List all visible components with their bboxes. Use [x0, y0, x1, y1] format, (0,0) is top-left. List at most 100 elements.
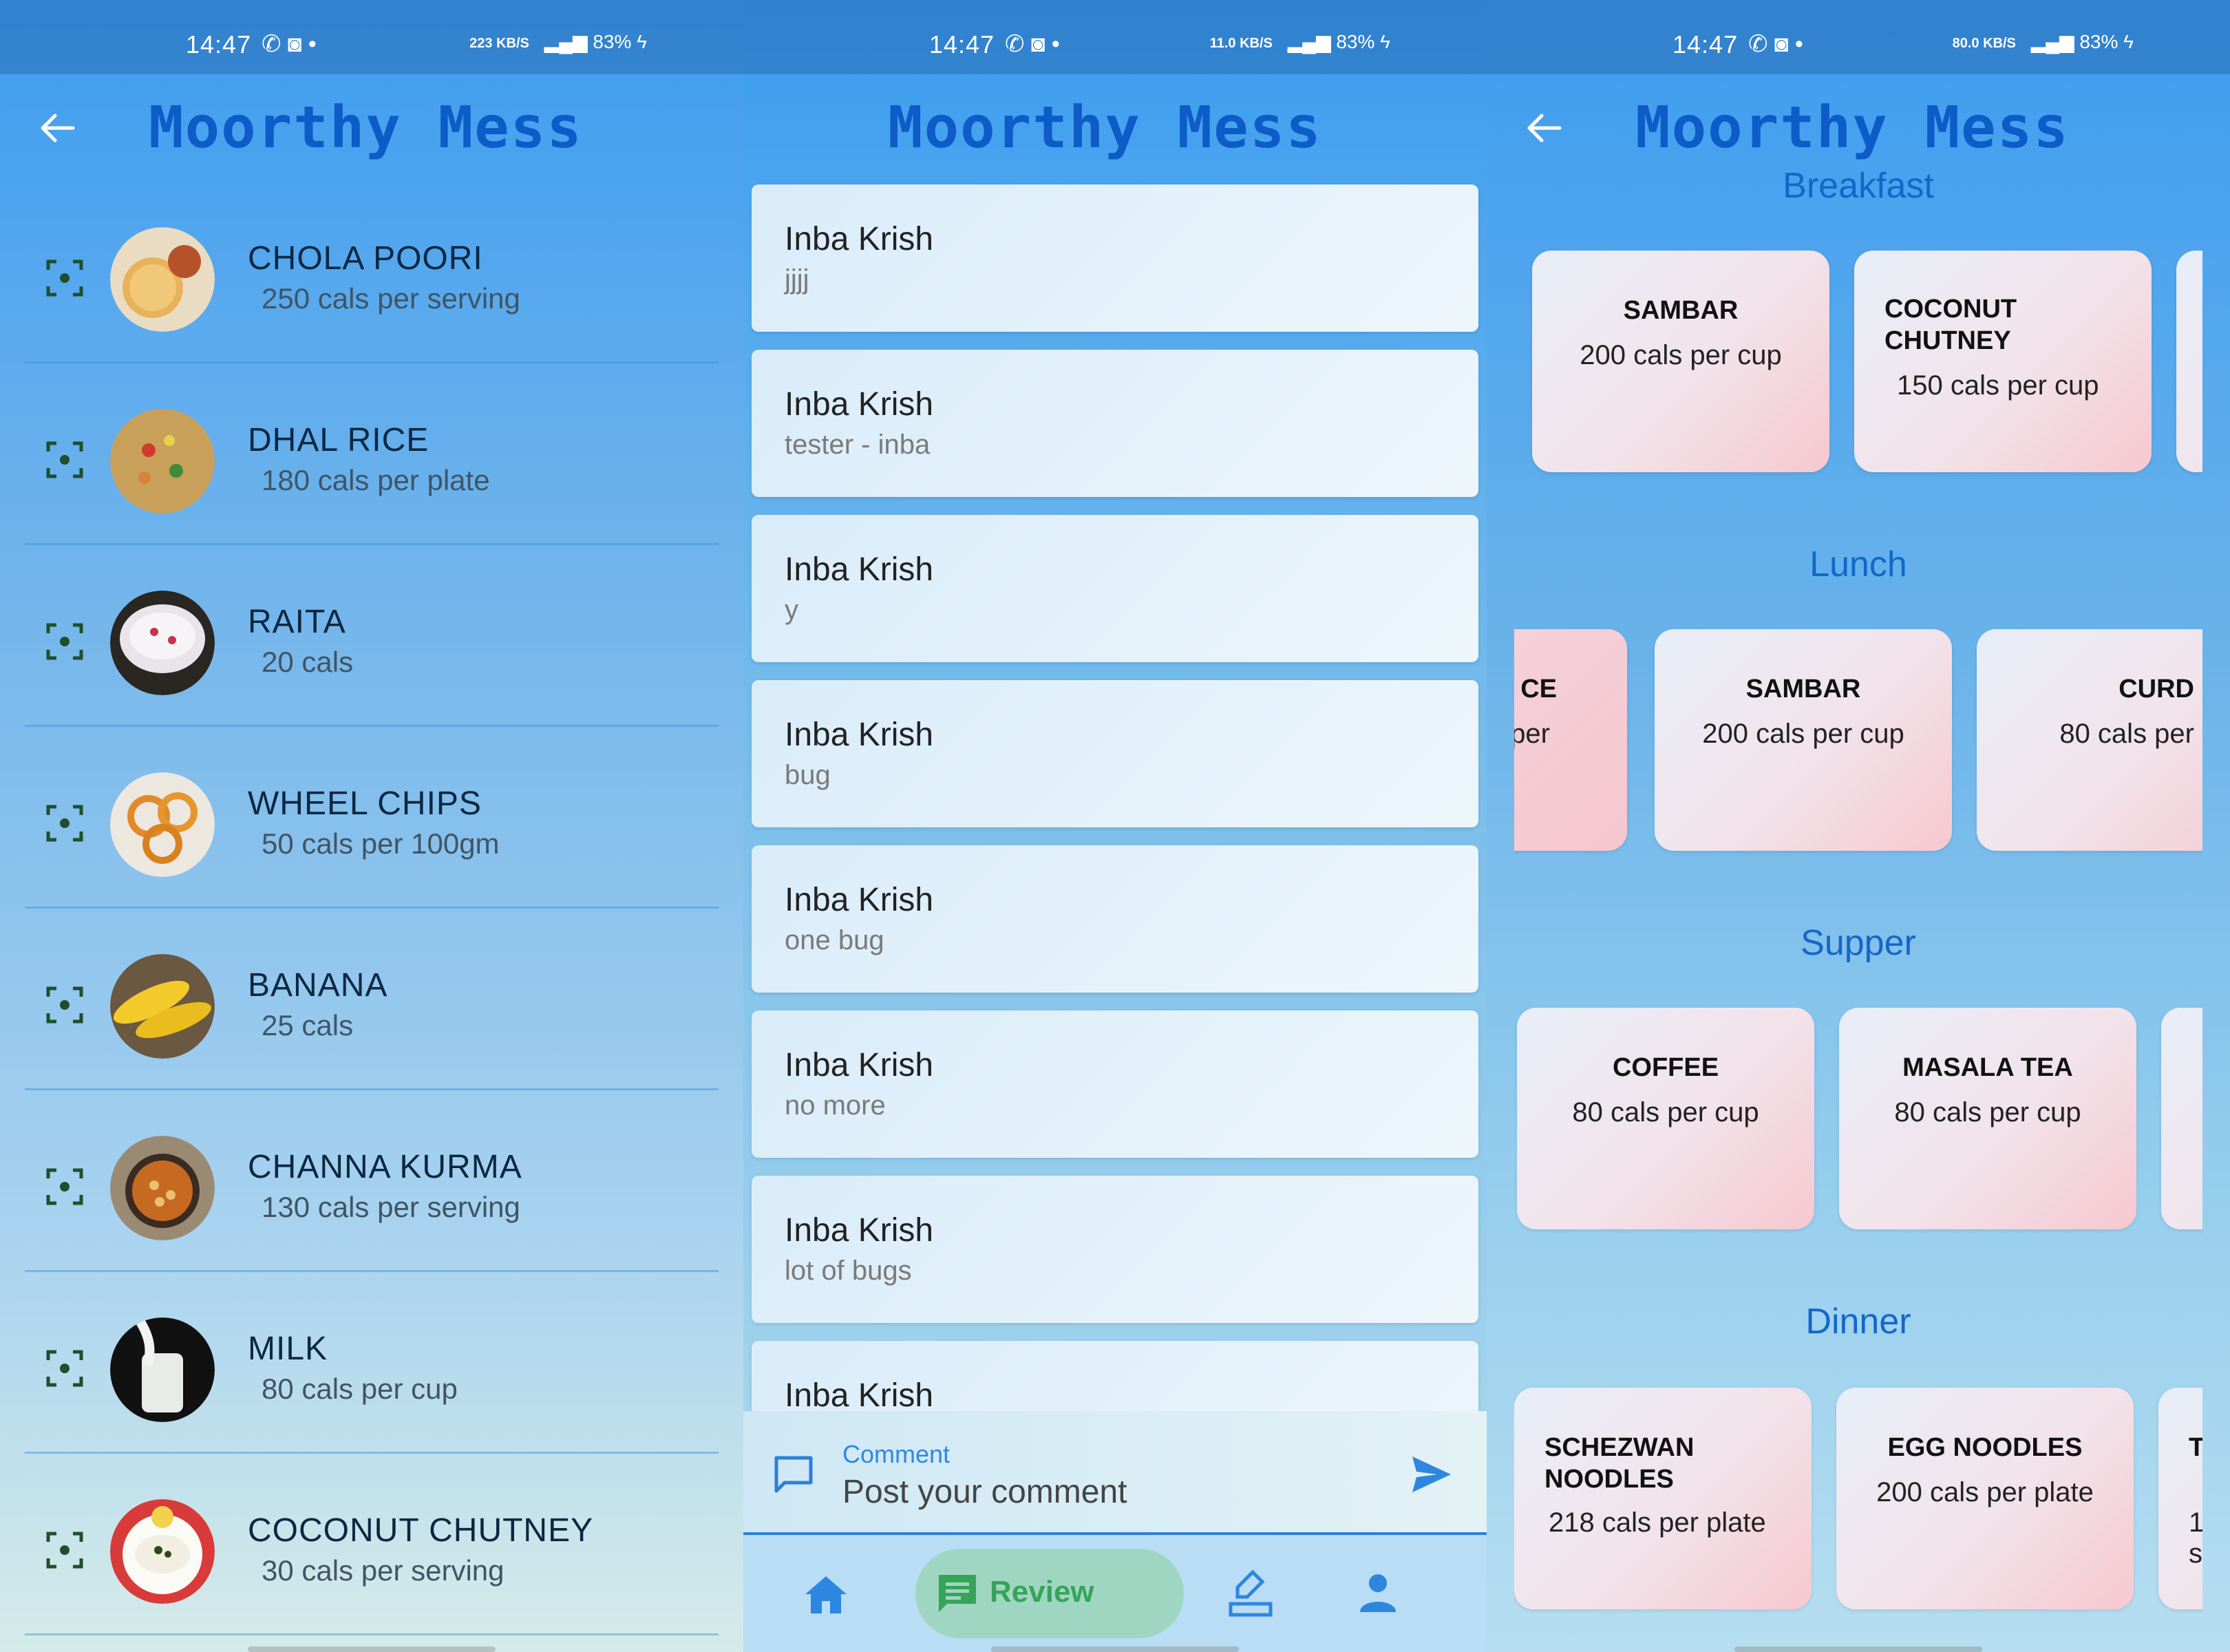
food-list-item[interactable]: MILK 80 cals per cup: [25, 1272, 719, 1454]
menu-item-cal: per: [1514, 719, 1550, 749]
food-list-item[interactable]: CHOLA POORI 250 cals per serving: [25, 182, 719, 363]
status-bar: 14:47 ✆ ◙ • 223 KB/S ▂▄▆ 83% ϟ: [0, 0, 743, 74]
review-card[interactable]: Inba Krish no more: [752, 1010, 1478, 1158]
review-card[interactable]: Inba Krish one bug: [752, 845, 1478, 993]
menu-item-name: T K: [2189, 1433, 2202, 1462]
menu-screen: 14:47 ✆ ◙ • 80.0 KB/S ▂▄▆ 83% ϟ Moorthy …: [1487, 0, 2230, 1652]
raita-thumbnail: [110, 591, 215, 695]
menu-item-name: SAMBAR: [1623, 296, 1739, 325]
dinner-carousel[interactable]: SCHEZWAN NOODLES 218 cals per plate EGG …: [1514, 1384, 2202, 1618]
review-text: bug: [785, 760, 831, 790]
food-name: CHOLA POORI: [248, 240, 483, 277]
food-calories: 130 cals per serving: [262, 1191, 520, 1223]
menu-edit-icon[interactable]: [1228, 1569, 1273, 1618]
send-icon[interactable]: [1410, 1452, 1454, 1496]
menu-item-name: SAMBAR: [1745, 675, 1861, 703]
menu-item-name: EGG NOODLES: [1887, 1433, 2083, 1462]
review-card[interactable]: Inba Krish bug: [752, 680, 1478, 827]
menu-item-cal: 200 cals per cup: [1580, 340, 1782, 370]
home-indicator: [991, 1646, 1239, 1652]
status-time: 14:47: [186, 30, 252, 59]
scan-icon[interactable]: [45, 804, 84, 843]
breakfast-carousel[interactable]: SAMBAR 200 cals per cup COCONUT CHUTNEY …: [1514, 245, 2202, 479]
review-card[interactable]: Inba Krish jjjj: [752, 184, 1478, 332]
reviewer-name: Inba Krish: [785, 221, 934, 257]
menu-item-name: COFFEE: [1612, 1053, 1719, 1082]
food-list-screen: 14:47 ✆ ◙ • 223 KB/S ▂▄▆ 83% ϟ Moorthy M…: [0, 0, 743, 1652]
food-list-item[interactable]: RAITA 20 cals: [25, 545, 719, 727]
review-text: tester - inba: [785, 430, 931, 460]
food-list-item[interactable]: WHEEL CHIPS 50 cals per 100gm: [25, 727, 719, 909]
scan-icon[interactable]: [45, 259, 84, 297]
menu-item-cal: 80 cals per: [2059, 719, 2194, 749]
menu-card[interactable]: EGG NOODLES 200 cals per plate: [1836, 1388, 2134, 1609]
food-list-item[interactable]: DHAL RICE 180 cals per plate: [25, 363, 719, 545]
scan-icon[interactable]: [45, 622, 84, 661]
food-list-item[interactable]: CHANNA KURMA 130 cals per serving: [25, 1090, 719, 1272]
scan-icon[interactable]: [45, 441, 84, 479]
menu-card[interactable]: SAMBAR 200 cals per cup: [1655, 629, 1952, 851]
review-card[interactable]: Inba Krish: [752, 1341, 1478, 1411]
menu-card[interactable]: [2176, 251, 2202, 472]
menu-card[interactable]: T K 1 s: [2158, 1388, 2202, 1609]
lunch-carousel[interactable]: CE per SAMBAR 200 cals per cup CURD 80 c…: [1514, 624, 2202, 858]
review-card[interactable]: Inba Krish lot of bugs: [752, 1176, 1478, 1323]
menu-item-name: SCHEZWAN NOODLES: [1544, 1433, 1695, 1494]
section-lunch-title: Lunch: [1809, 544, 1907, 584]
food-name: WHEEL CHIPS: [248, 785, 482, 822]
menu-item-name: CE: [1520, 675, 1557, 703]
notification-icons: ✆ ◙ •: [262, 31, 317, 57]
home-icon[interactable]: [804, 1574, 848, 1615]
back-arrow-icon[interactable]: [39, 109, 77, 147]
scan-icon[interactable]: [45, 986, 84, 1024]
reviewer-name: Inba Krish: [785, 1047, 934, 1083]
food-list-item[interactable]: COCONUT CHUTNEY 30 cals per serving: [25, 1454, 719, 1635]
comment-input-bar[interactable]: Comment Post your comment: [743, 1411, 1487, 1535]
review-text: one bug: [785, 925, 884, 955]
menu-item-cal: 150 cals per cup: [1897, 370, 2099, 401]
section-breakfast-title: Breakfast: [1783, 166, 1934, 206]
status-right: 223 KB/S ▂▄▆ 83% ϟ: [469, 30, 647, 53]
reviewer-name: Inba Krish: [785, 551, 934, 588]
signal-icon: ▂▄▆: [544, 31, 593, 52]
battery-level: 83%: [2079, 31, 2118, 52]
comment-label: Comment: [842, 1440, 951, 1468]
back-arrow-icon[interactable]: [1525, 109, 1564, 147]
scan-icon[interactable]: [45, 1167, 84, 1206]
status-time: 14:47: [1672, 30, 1739, 59]
review-card[interactable]: Inba Krish tester - inba: [752, 350, 1478, 497]
food-name: DHAL RICE: [248, 422, 429, 458]
kurma-thumbnail: [110, 1136, 215, 1240]
chips-thumbnail: [110, 772, 215, 877]
scan-icon[interactable]: [45, 1349, 84, 1388]
bottom-nav: Review: [743, 1535, 1487, 1652]
menu-item-cal: 200 cals per cup: [1702, 719, 1904, 749]
menu-card[interactable]: COFFEE 80 cals per cup: [1517, 1008, 1814, 1229]
food-calories: 50 cals per 100gm: [262, 827, 500, 860]
food-list-item[interactable]: BANANA 25 cals: [25, 909, 719, 1090]
food-name: COCONUT CHUTNEY: [248, 1512, 594, 1549]
comment-field[interactable]: Post your comment: [842, 1473, 1127, 1511]
menu-card[interactable]: CE per: [1514, 629, 1627, 851]
notification-icons: ✆ ◙ •: [1748, 31, 1803, 57]
supper-carousel[interactable]: COFFEE 80 cals per cup MASALA TEA 80 cal…: [1514, 1004, 2202, 1238]
banana-thumbnail: [110, 954, 215, 1059]
menu-card[interactable]: SAMBAR 200 cals per cup: [1532, 251, 1829, 472]
menu-card[interactable]: CURD 80 cals per: [1977, 629, 2202, 851]
milk-thumbnail: [110, 1317, 215, 1422]
review-text: lot of bugs: [785, 1256, 912, 1286]
profile-icon[interactable]: [1359, 1572, 1397, 1613]
nav-review-tab[interactable]: Review: [915, 1549, 1184, 1638]
food-name: CHANNA KURMA: [248, 1149, 522, 1185]
menu-item-cal: 218 cals per plate: [1549, 1507, 1766, 1538]
menu-card[interactable]: SCHEZWAN NOODLES 218 cals per plate: [1514, 1388, 1812, 1609]
review-text: jjjj: [785, 264, 809, 295]
menu-card[interactable]: COCONUT CHUTNEY 150 cals per cup: [1854, 251, 2152, 472]
review-card[interactable]: Inba Krish y: [752, 515, 1478, 662]
comment-icon: [774, 1456, 813, 1493]
scan-icon[interactable]: [45, 1531, 84, 1569]
reviewer-name: Inba Krish: [785, 386, 934, 423]
menu-card[interactable]: MASALA TEA 80 cals per cup: [1839, 1008, 2136, 1229]
home-indicator: [1734, 1646, 1982, 1652]
menu-card[interactable]: [2161, 1008, 2202, 1229]
